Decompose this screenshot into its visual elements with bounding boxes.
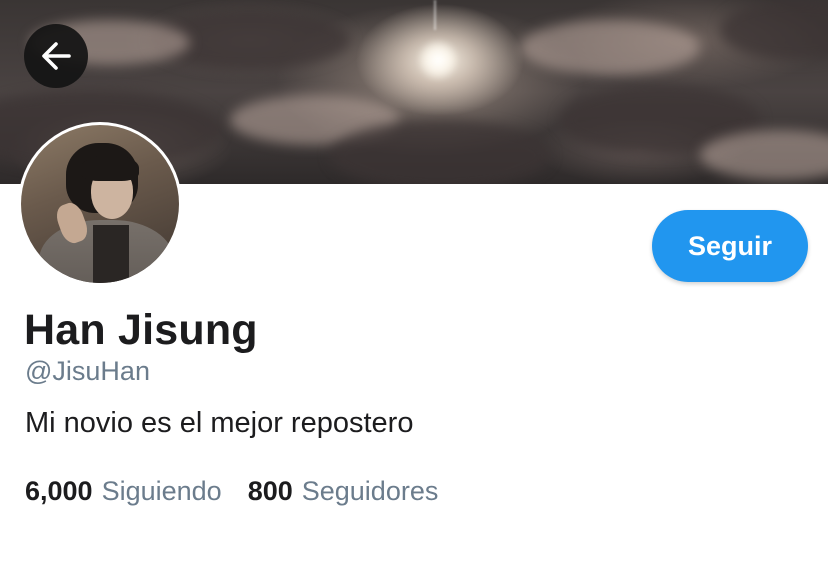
follow-button[interactable]: Seguir xyxy=(652,210,808,282)
profile-page: Seguir Han Jisung @JisuHan Mi novio es e… xyxy=(0,0,828,561)
avatar[interactable] xyxy=(18,122,182,286)
followers-count: 800 xyxy=(247,476,293,506)
profile-stats: 6,000 Siguiendo 800 Seguidores xyxy=(25,476,438,507)
following-label: Siguiendo xyxy=(101,476,222,506)
following-count: 6,000 xyxy=(25,476,93,506)
following-stat[interactable]: 6,000 Siguiendo xyxy=(25,476,222,507)
profile-name: Han Jisung xyxy=(24,306,258,354)
profile-handle: @JisuHan xyxy=(25,356,150,386)
followers-label: Seguidores xyxy=(301,476,439,506)
avatar-image xyxy=(21,125,179,283)
back-button[interactable] xyxy=(24,24,88,88)
arrow-left-icon xyxy=(38,38,74,74)
profile-bio: Mi novio es el mejor repostero xyxy=(25,407,414,439)
followers-stat[interactable]: 800 Seguidores xyxy=(248,476,439,507)
